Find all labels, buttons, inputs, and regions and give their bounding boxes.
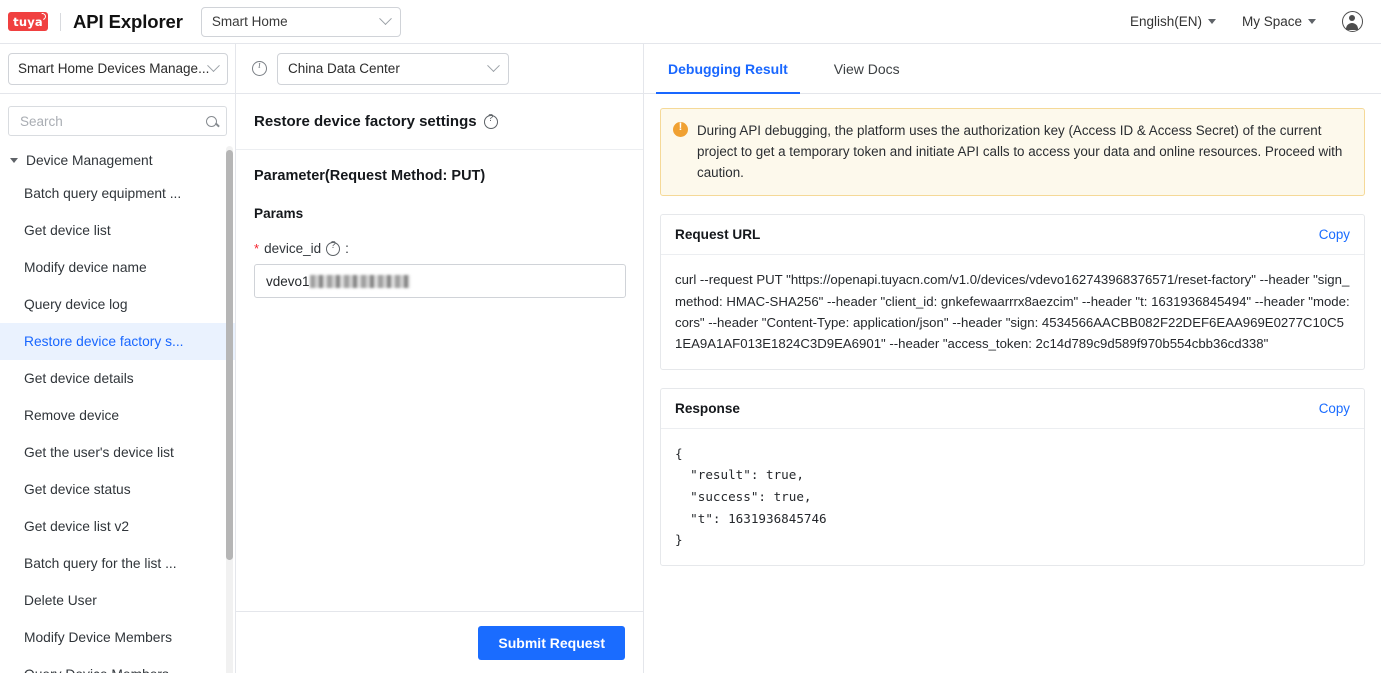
caret-down-icon (1308, 19, 1316, 24)
category-select[interactable]: Smart Home Devices Manage... (8, 52, 229, 85)
params-heading: Params (254, 206, 304, 221)
sidebar-group-label: Device Management (26, 153, 153, 168)
search-icon (206, 115, 217, 127)
sidebar-item[interactable]: Modify Device Members (0, 619, 235, 656)
search-input[interactable] (18, 112, 206, 130)
result-panel: Debugging Result View Docs During API deb… (644, 44, 1381, 673)
brand-logo: tuya (8, 12, 48, 31)
data-center-select[interactable]: China Data Center (277, 52, 509, 85)
triangle-down-icon (10, 158, 18, 163)
device-id-label: device_id (264, 241, 322, 256)
sidebar-item[interactable]: Get device status (0, 471, 235, 508)
chevron-down-icon (207, 59, 221, 73)
sidebar-scrollbar-thumb[interactable] (226, 150, 233, 560)
response-header: Response Copy (661, 389, 1364, 429)
sidebar-item[interactable]: Get device list v2 (0, 508, 235, 545)
sidebar-item[interactable]: Query Device Members (0, 656, 235, 673)
tuya-logo-icon: tuya (8, 12, 48, 31)
redacted-value-mask (309, 274, 410, 288)
tab-debugging-result[interactable]: Debugging Result (656, 44, 800, 94)
device-id-input[interactable]: vdevo1 (254, 264, 626, 298)
api-title: Restore device factory settings (254, 113, 477, 130)
info-icon (252, 60, 267, 76)
response-card: Response Copy { "result": true, "success… (660, 387, 1365, 567)
sidebar-item[interactable]: Query device log (0, 286, 235, 323)
project-select-value: Smart Home (211, 14, 288, 29)
response-title: Response (675, 400, 740, 416)
avatar[interactable] (1342, 11, 1363, 32)
warning-icon (673, 121, 688, 137)
sidebar: Smart Home Devices Manage... Device Mana… (0, 44, 236, 673)
request-url-card: Request URL Copy curl --request PUT "htt… (660, 214, 1365, 370)
header-divider (60, 12, 61, 31)
help-icon[interactable] (483, 113, 498, 129)
chevron-down-icon (378, 12, 392, 26)
help-icon[interactable] (326, 240, 341, 256)
header-actions: English(EN) My Space (1130, 11, 1381, 32)
caret-down-icon (1207, 19, 1216, 24)
device-id-value: vdevo1 (266, 273, 310, 289)
space-menu[interactable]: My Space (1242, 14, 1316, 29)
data-center-bar: China Data Center (236, 44, 643, 94)
language-label: English(EN) (1129, 14, 1202, 29)
category-select-value: Smart Home Devices Manage... (18, 61, 210, 76)
debug-notice-text: During API debugging, the platform uses … (697, 123, 1343, 180)
request-url-title: Request URL (675, 227, 761, 243)
chevron-down-icon (487, 59, 500, 73)
parameter-heading: Parameter(Request Method: PUT) (254, 168, 486, 184)
project-select[interactable]: Smart Home (200, 6, 401, 37)
sidebar-item[interactable]: Modify device name (0, 249, 235, 286)
sidebar-item[interactable]: Remove device (0, 397, 235, 434)
request-url-header: Request URL Copy (661, 215, 1364, 256)
app-header: tuya API Explorer Smart Home English(EN)… (0, 0, 1381, 44)
sidebar-group-device-management[interactable]: Device Management (0, 146, 235, 175)
main-content: Smart Home Devices Manage... Device Mana… (0, 44, 1381, 673)
api-title-row: Restore device factory settings (236, 94, 643, 150)
sidebar-item[interactable]: Restore device factory s... (0, 323, 235, 360)
language-menu[interactable]: English(EN) (1130, 14, 1216, 29)
sidebar-item[interactable]: Get the user's device list (0, 434, 235, 471)
request-url-content: curl --request PUT "https://openapi.tuya… (675, 272, 1350, 352)
sidebar-item[interactable]: Get device list (0, 212, 235, 249)
sidebar-header: Smart Home Devices Manage... (0, 44, 235, 94)
required-asterisk: * (254, 241, 260, 256)
data-center-value: China Data Center (288, 61, 400, 76)
sidebar-item[interactable]: Batch query equipment ... (0, 175, 235, 212)
copy-request-url-button[interactable]: Copy (1319, 227, 1350, 242)
sidebar-item[interactable]: Batch query for the list ... (0, 545, 235, 582)
submit-request-button[interactable]: Submit Request (478, 625, 625, 660)
response-content: { "result": true, "success": true, "t": … (675, 445, 827, 548)
label-colon: : (345, 241, 349, 256)
request-form: Parameter(Request Method: PUT) Params * … (236, 150, 643, 611)
debug-notice: During API debugging, the platform uses … (660, 108, 1365, 197)
request-footer: Submit Request (236, 611, 643, 673)
request-panel: China Data Center Restore device factory… (236, 44, 644, 673)
copy-response-button[interactable]: Copy (1319, 401, 1350, 416)
tab-view-docs[interactable]: View Docs (822, 44, 912, 93)
search-box[interactable] (8, 106, 227, 136)
result-body: During API debugging, the platform uses … (644, 94, 1381, 598)
space-label: My Space (1241, 14, 1302, 29)
device-id-label-row: * device_id : (254, 240, 625, 256)
result-tabs: Debugging Result View Docs (644, 44, 1381, 94)
sidebar-scroll-area: Device Management Batch query equipment … (0, 94, 235, 673)
sidebar-item[interactable]: Get device details (0, 360, 235, 397)
sidebar-nav-list: Batch query equipment ... Get device list… (0, 175, 235, 673)
app-title: API Explorer (73, 10, 183, 32)
sidebar-item[interactable]: Delete User (0, 582, 235, 619)
